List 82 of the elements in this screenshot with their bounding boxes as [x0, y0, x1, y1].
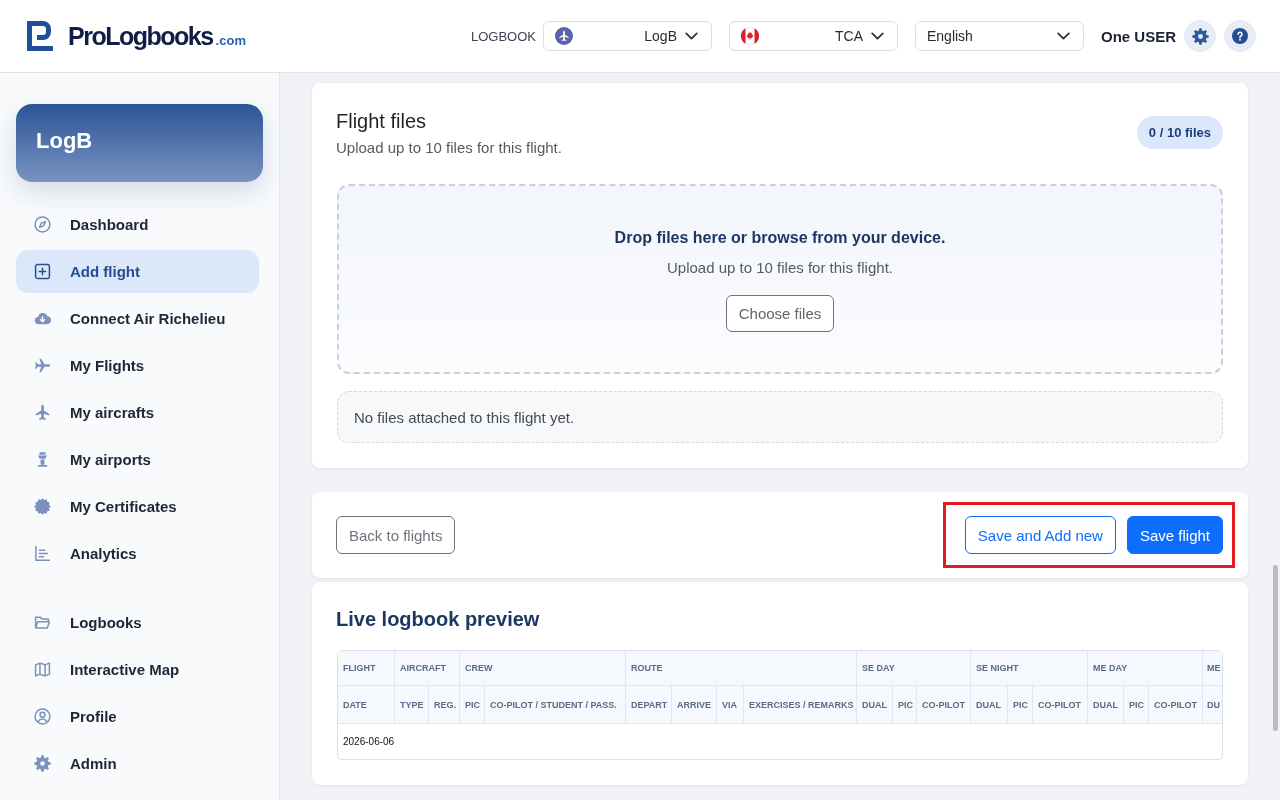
- help-button[interactable]: [1224, 20, 1256, 52]
- column-group-header: ROUTE: [626, 651, 857, 686]
- save-and-add-button[interactable]: Save and Add new: [964, 516, 1116, 554]
- column-group-header: SE NIGHT: [971, 651, 1088, 686]
- gear-icon: [34, 755, 51, 772]
- column-header: DATE: [338, 686, 395, 724]
- column-header: DUAL: [971, 686, 1008, 724]
- map-icon: [34, 661, 51, 678]
- section-title: Live logbook preview: [336, 607, 541, 632]
- drop-zone[interactable]: Drop files here or browse from your device. Upload up to 10 files for this flight. Choose files: [337, 184, 1223, 374]
- column-header: DU: [1203, 686, 1223, 724]
- drop-zone-heading: Drop files here or browse from your device.: [614, 228, 946, 248]
- user-name: One USER: [1101, 27, 1176, 45]
- section-subtitle: Upload up to 10 files for this flight.: [336, 138, 562, 158]
- bar-chart-icon: [34, 545, 51, 562]
- sidebar-item[interactable]: Profile: [16, 695, 259, 738]
- sidebar-item[interactable]: Logbooks: [16, 601, 259, 644]
- back-button[interactable]: Back to flights: [336, 516, 456, 554]
- sidebar-item[interactable]: Interactive Map: [16, 648, 259, 691]
- column-header: ARRIVE: [672, 686, 717, 724]
- sidebar-item[interactable]: Admin: [16, 742, 259, 785]
- sidebar-item[interactable]: My Flights: [16, 344, 259, 387]
- sidebar-item[interactable]: Add flight: [16, 250, 259, 293]
- logbook-label: LOGBOOK: [470, 28, 536, 44]
- brand-domain: .com: [215, 33, 246, 48]
- column-header: EXERCISES / REMARKS: [744, 686, 857, 724]
- help-icon: [1232, 28, 1248, 44]
- section-title: Flight files: [336, 109, 428, 134]
- airplane-icon: [555, 27, 573, 45]
- logbook-banner: LogB: [16, 104, 263, 182]
- sidebar-item[interactable]: My aircrafts: [16, 391, 259, 434]
- column-header: PIC: [893, 686, 917, 724]
- settings-icon: [1191, 27, 1209, 45]
- save-button[interactable]: Save flight: [1126, 516, 1223, 554]
- column-group-header: FLIGHT: [338, 651, 395, 686]
- scrollbar-thumb[interactable]: [1273, 565, 1278, 731]
- column-header: CO-PILOT: [1033, 686, 1088, 724]
- column-header: TYPE: [395, 686, 429, 724]
- sidebar-item[interactable]: Connect Air Richelieu: [16, 297, 259, 340]
- airplane-icon: [34, 404, 51, 421]
- column-group-header: ME: [1203, 651, 1223, 686]
- user-circle-icon: [34, 708, 51, 725]
- plus-square-icon: [34, 263, 51, 280]
- column-header: DEPART: [626, 686, 672, 724]
- column-header: REG.: [429, 686, 460, 724]
- chevron-down-icon: [871, 32, 884, 40]
- sidebar-item[interactable]: My airports: [16, 438, 259, 481]
- choose-files-button[interactable]: Choose files: [725, 295, 835, 332]
- sidebar-item[interactable]: My Certificates: [16, 485, 259, 528]
- sidebar-item[interactable]: Dashboard: [16, 203, 259, 246]
- column-group-header: SE DAY: [857, 651, 971, 686]
- chevron-down-icon: [1057, 32, 1070, 40]
- column-header: PIC: [1008, 686, 1033, 724]
- column-header: CO-PILOT / STUDENT / PASS.: [485, 686, 626, 724]
- logbook-select[interactable]: LogB: [543, 21, 712, 51]
- column-header: CO-PILOT: [917, 686, 971, 724]
- sidebar-item[interactable]: Analytics: [16, 532, 259, 575]
- drop-zone-hint: Upload up to 10 files for this flight.: [667, 258, 893, 278]
- column-header: CO-PILOT: [1149, 686, 1204, 724]
- cloud-download-icon: [34, 310, 51, 327]
- column-group-header: AIRCRAFT: [395, 651, 460, 686]
- seal-icon: [34, 498, 51, 515]
- folder-icon: [34, 614, 51, 631]
- logo-icon: [27, 21, 53, 51]
- flag-icon: [741, 27, 759, 45]
- airplane-icon: [34, 357, 51, 374]
- count-badge: 0 / 10 files: [1136, 116, 1223, 149]
- column-group-header: CREW: [460, 651, 626, 686]
- brand-name: ProLogbooks: [68, 21, 213, 51]
- operator-select[interactable]: TCA: [729, 21, 898, 51]
- chevron-down-icon: [685, 32, 698, 40]
- column-header: PIC: [1124, 686, 1149, 724]
- column-header: DUAL: [857, 686, 893, 724]
- column-header: VIA: [717, 686, 744, 724]
- compass-icon: [34, 216, 51, 233]
- table-cell-text: 2026-06-06: [342, 735, 395, 749]
- column-header: DUAL: [1088, 686, 1124, 724]
- column-group-header: ME DAY: [1088, 651, 1204, 686]
- language-select[interactable]: English: [915, 21, 1084, 51]
- empty-files-message: No files attached to this flight yet.: [337, 391, 1223, 443]
- settings-button[interactable]: [1184, 20, 1216, 52]
- column-header: PIC: [460, 686, 485, 724]
